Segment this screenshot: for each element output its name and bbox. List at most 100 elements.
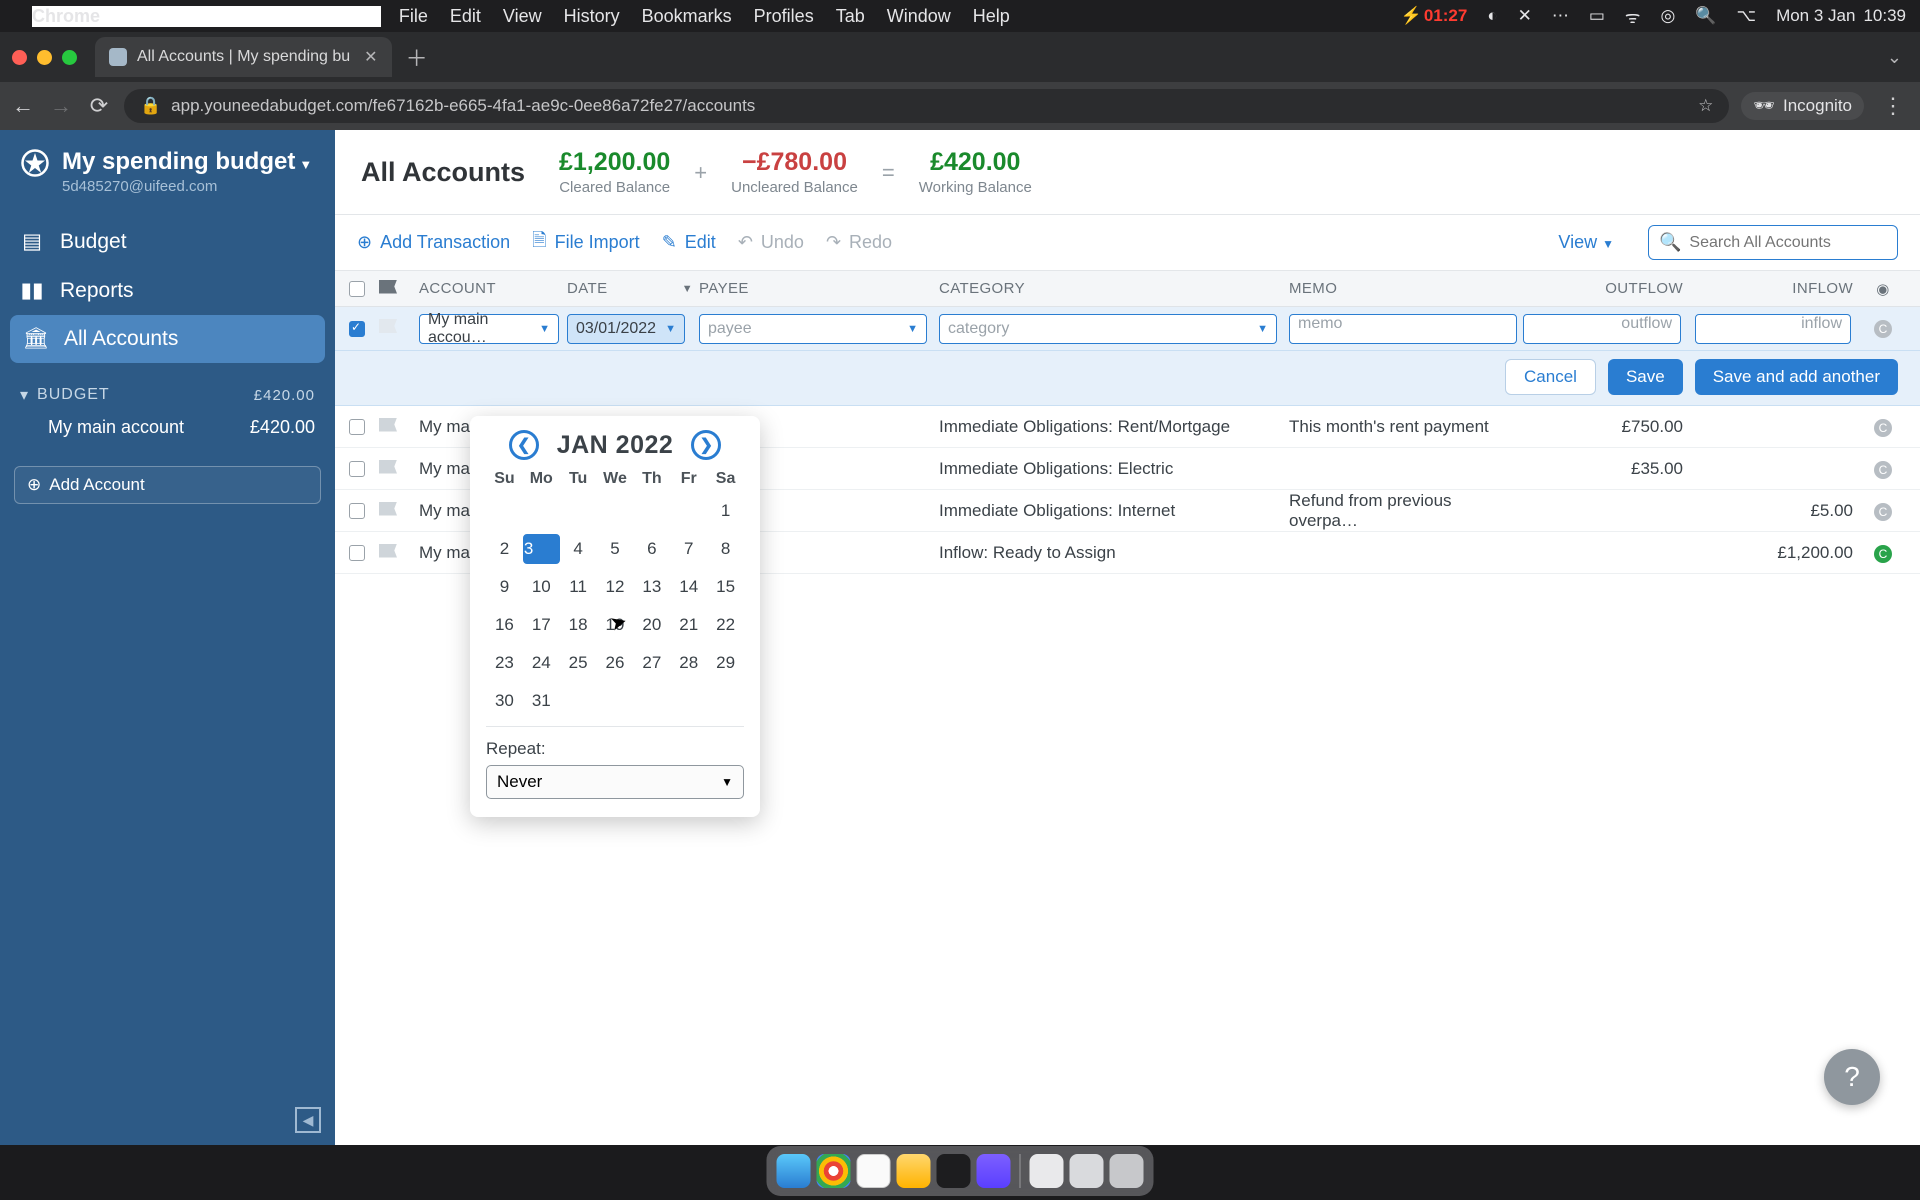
view-menu-button[interactable]: View ▼ (1558, 232, 1614, 253)
save-button[interactable]: Save (1608, 359, 1683, 395)
window-close-button[interactable] (12, 50, 27, 65)
nav-budget[interactable]: ▤ Budget (0, 217, 335, 266)
calendar-day[interactable]: 6 (633, 534, 670, 564)
dots-icon[interactable]: ⋯ (1552, 6, 1569, 26)
file-import-button[interactable]: 🗎File Import (532, 228, 640, 258)
calendar-day[interactable]: 14 (670, 572, 707, 602)
calendar-day[interactable]: 10 (523, 572, 560, 602)
calendar-day[interactable]: 11 (560, 572, 597, 602)
row-checkbox[interactable] (349, 503, 365, 519)
tabs-dropdown-icon[interactable]: ⌄ (1887, 47, 1902, 68)
window-minimize-button[interactable] (37, 50, 52, 65)
wifi-icon[interactable]: ᯤ (1625, 5, 1641, 28)
row-checkbox[interactable] (349, 419, 365, 435)
col-memo[interactable]: MEMO (1283, 280, 1523, 297)
budget-switcher[interactable]: My spending budget▼ 5d485270@uifeed.com (0, 142, 335, 209)
dock-finder[interactable] (777, 1154, 811, 1188)
save-and-add-another-button[interactable]: Save and add another (1695, 359, 1898, 395)
memo-input[interactable]: memo (1289, 314, 1517, 344)
window-maximize-button[interactable] (62, 50, 77, 65)
calendar-day[interactable]: 5 (597, 534, 634, 564)
calendar-day[interactable]: 30 (486, 686, 523, 716)
date-input[interactable]: 03/01/2022▼ (567, 314, 685, 344)
nav-all-accounts[interactable]: 🏛 All Accounts (10, 315, 325, 363)
sidebar-account-row[interactable]: My main account £420.00 (20, 405, 315, 450)
dock-doc[interactable] (1030, 1154, 1064, 1188)
account-select[interactable]: My main accou…▼ (419, 314, 559, 344)
forward-button[interactable]: → (48, 93, 74, 119)
address-bar[interactable]: 🔒 app.youneedabudget.com/fe67162b-e665-4… (124, 89, 1729, 123)
col-cleared[interactable]: ◉ (1865, 280, 1901, 298)
col-category[interactable]: CATEGORY (933, 280, 1283, 297)
menu-view[interactable]: View (503, 6, 542, 27)
calendar-day[interactable]: 16 (486, 610, 523, 640)
tab-close-icon[interactable]: ✕ (364, 47, 377, 67)
menu-app-name[interactable]: Chrome (32, 6, 381, 27)
toggl-icon[interactable]: ◐ (1487, 6, 1497, 26)
cleared-indicator[interactable]: C (1874, 461, 1892, 479)
flag-icon[interactable] (379, 418, 397, 432)
menu-bookmarks[interactable]: Bookmarks (642, 6, 732, 27)
category-select[interactable]: category▼ (939, 314, 1277, 344)
calendar-day[interactable]: 15 (707, 572, 744, 602)
calendar-day[interactable]: 4 (560, 534, 597, 564)
cancel-button[interactable]: Cancel (1505, 359, 1596, 395)
flag-icon[interactable] (379, 319, 397, 333)
browser-tab[interactable]: All Accounts | My spending bu ✕ (95, 37, 392, 77)
cleared-toggle[interactable]: C (1874, 320, 1892, 338)
back-button[interactable]: ← (10, 93, 36, 119)
calendar-day[interactable]: 27 (633, 648, 670, 678)
dock-chrome[interactable] (817, 1154, 851, 1188)
inflow-input[interactable]: inflow (1695, 314, 1851, 344)
control-center-icon[interactable]: ⌥ (1736, 6, 1756, 26)
help-button[interactable]: ? (1824, 1049, 1880, 1105)
flag-icon[interactable] (379, 502, 397, 516)
row-checkbox[interactable] (349, 545, 365, 561)
repeat-select[interactable]: Never ▼ (486, 765, 744, 799)
bookmark-star-icon[interactable]: ☆ (1698, 96, 1713, 116)
search-input[interactable] (1689, 234, 1896, 252)
calendar-day[interactable]: 9 (486, 572, 523, 602)
outflow-input[interactable]: outflow (1523, 314, 1681, 344)
calendar-day[interactable]: 20 (633, 610, 670, 640)
calendar-day[interactable]: 31 (523, 686, 560, 716)
cleared-indicator[interactable]: C (1874, 503, 1892, 521)
edit-button[interactable]: ✎Edit (662, 232, 716, 253)
row-checkbox[interactable] (349, 321, 365, 337)
calendar-day[interactable]: 12 (597, 572, 634, 602)
redo-button[interactable]: ↷Redo (826, 232, 892, 253)
focus-icon[interactable]: ◎ (1660, 6, 1675, 26)
calendar-day[interactable]: 2 (486, 534, 523, 564)
battery-status[interactable]: ⚡01:27 (1401, 6, 1468, 26)
col-inflow[interactable]: INFLOW (1695, 280, 1865, 297)
collapse-sidebar-button[interactable]: ◀ (295, 1107, 321, 1133)
sidebar-section-header[interactable]: ▾ BUDGET £420.00 (20, 385, 315, 405)
menu-profiles[interactable]: Profiles (754, 6, 814, 27)
menu-time[interactable]: 10:39 (1863, 6, 1906, 26)
flag-icon[interactable] (379, 460, 397, 474)
menu-window[interactable]: Window (887, 6, 951, 27)
dock-notes[interactable] (857, 1154, 891, 1188)
calendar-day[interactable]: 18 (560, 610, 597, 640)
calendar-day[interactable]: 3 (523, 534, 560, 564)
search-box[interactable]: 🔍 (1648, 225, 1898, 260)
calendar-day[interactable]: 26 (597, 648, 634, 678)
calendar-day[interactable]: 29 (707, 648, 744, 678)
calendar-day[interactable]: 13 (633, 572, 670, 602)
incognito-badge[interactable]: 🕶 Incognito (1741, 92, 1864, 120)
dock-trash[interactable] (1110, 1154, 1144, 1188)
browser-menu-button[interactable]: ⋮ (1876, 93, 1910, 119)
cleared-indicator[interactable]: C (1874, 419, 1892, 437)
calendar-prev-button[interactable]: ❮ (509, 430, 539, 460)
calendar-day[interactable]: 22 (707, 610, 744, 640)
menu-history[interactable]: History (564, 6, 620, 27)
spotlight-icon[interactable]: 🔍 (1695, 6, 1716, 26)
menu-help[interactable]: Help (973, 6, 1010, 27)
flag-icon[interactable] (379, 280, 397, 294)
battery-icon[interactable]: ▭ (1589, 6, 1605, 26)
menu-edit[interactable]: Edit (450, 6, 481, 27)
calendar-day[interactable]: 21 (670, 610, 707, 640)
calendar-day[interactable]: 23 (486, 648, 523, 678)
col-payee[interactable]: PAYEE (693, 280, 933, 297)
menu-file[interactable]: File (399, 6, 428, 27)
